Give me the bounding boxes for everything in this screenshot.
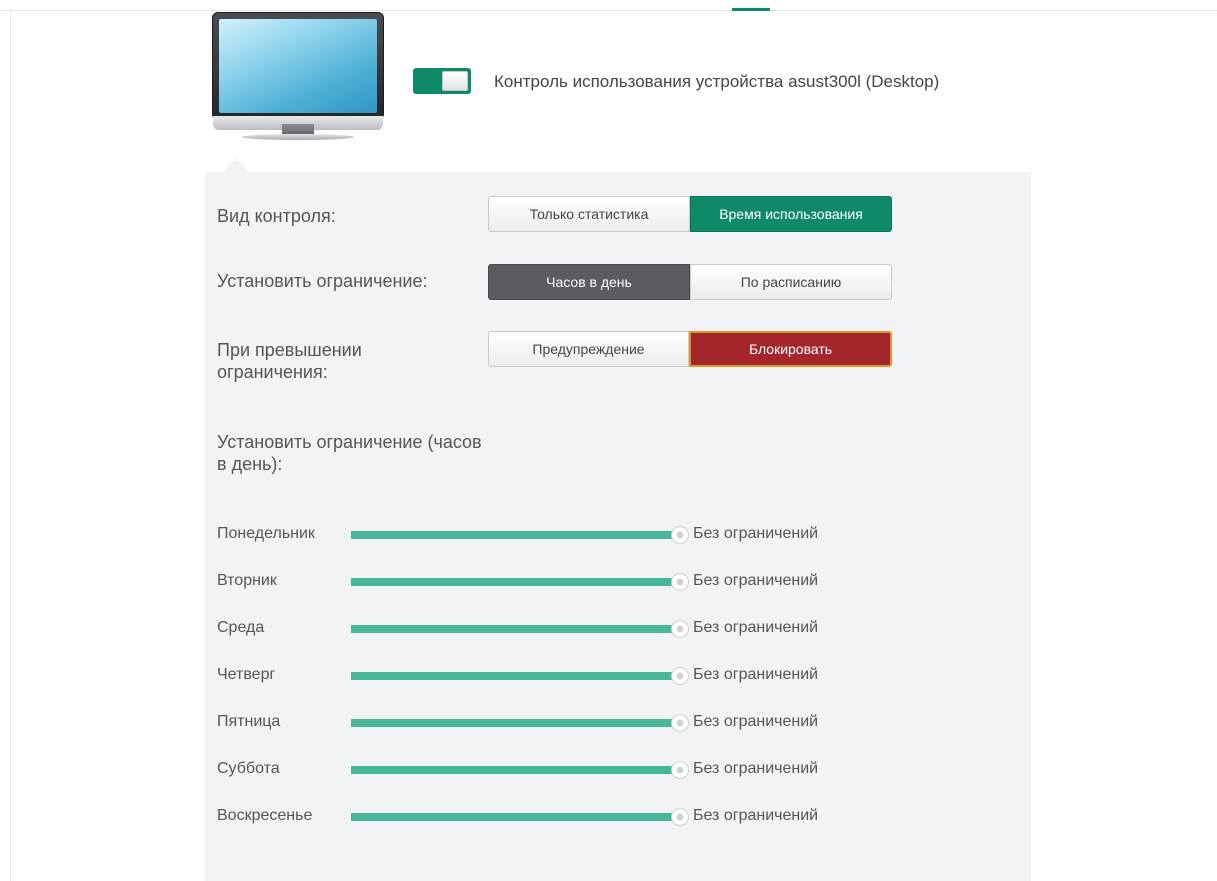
panel-pointer (222, 158, 250, 172)
left-divider (10, 10, 11, 881)
control-type-stats-only[interactable]: Только статистика (488, 196, 690, 232)
monitor-frame (212, 12, 384, 120)
device-control-title: Контроль использования устройства asust3… (494, 72, 940, 91)
on-exceed-label: При превышении ограничения: (217, 340, 362, 382)
hours-slider-handle[interactable] (671, 526, 689, 544)
day-name: Суббота (217, 760, 280, 777)
day-row-saturday: Суббота Без ограничений (217, 758, 857, 782)
hours-slider-track[interactable] (351, 578, 683, 586)
day-limit-value: Без ограничений (693, 619, 819, 636)
hours-slider-handle[interactable] (671, 573, 689, 591)
day-row-wednesday: Среда Без ограничений (217, 617, 857, 641)
day-row-sunday: Воскресенье Без ограничений (217, 805, 857, 829)
monitor-screen (219, 19, 377, 113)
day-limit-value: Без ограничений (693, 713, 819, 730)
day-name: Пятница (217, 713, 281, 730)
day-name: Воскресенье (217, 807, 313, 824)
day-name: Понедельник (217, 525, 315, 542)
monitor-base (242, 134, 354, 140)
day-limit-value: Без ограничений (693, 525, 819, 542)
day-row-tuesday: Вторник Без ограничений (217, 570, 857, 594)
on-exceed-warning[interactable]: Предупреждение (488, 331, 689, 367)
hours-slider-handle[interactable] (671, 714, 689, 732)
limit-mode-selector: Часов в день По расписанию (488, 264, 892, 300)
hours-slider-track[interactable] (351, 766, 683, 774)
hours-slider-track[interactable] (351, 813, 683, 821)
on-exceed-selector: Предупреждение Блокировать (488, 331, 892, 367)
hours-slider-track[interactable] (351, 531, 683, 539)
active-tab-indicator (732, 8, 770, 11)
day-limit-value: Без ограничений (693, 760, 819, 777)
control-type-usage-time[interactable]: Время использования (690, 196, 892, 232)
day-limit-value: Без ограничений (693, 666, 819, 683)
control-type-selector: Только статистика Время использования (488, 196, 892, 232)
on-exceed-block[interactable]: Блокировать (689, 331, 892, 367)
control-type-label: Вид контроля: (217, 206, 336, 226)
desktop-monitor-icon (212, 12, 384, 148)
hours-slider-handle[interactable] (671, 620, 689, 638)
hours-slider-handle[interactable] (671, 808, 689, 826)
day-name: Четверг (217, 666, 276, 683)
day-name: Среда (217, 619, 265, 636)
limit-mode-label: Установить ограничение: (217, 271, 428, 291)
day-row-friday: Пятница Без ограничений (217, 711, 857, 735)
day-row-thursday: Четверг Без ограничений (217, 664, 857, 688)
hours-slider-track[interactable] (351, 719, 683, 727)
limit-mode-schedule[interactable]: По расписанию (690, 264, 892, 300)
day-limit-value: Без ограничений (693, 572, 819, 589)
hours-slider-track[interactable] (351, 625, 683, 633)
toggle-knob (442, 71, 468, 91)
day-limit-value: Без ограничений (693, 807, 819, 824)
hours-slider-track[interactable] (351, 672, 683, 680)
top-divider (0, 10, 1217, 11)
day-row-monday: Понедельник Без ограничений (217, 523, 857, 547)
day-name: Вторник (217, 572, 277, 589)
hours-limit-label: Установить ограничение (часов в день): (217, 432, 482, 474)
hours-slider-handle[interactable] (671, 667, 689, 685)
limit-mode-hours-per-day[interactable]: Часов в день (488, 264, 690, 300)
device-control-toggle[interactable] (413, 68, 471, 94)
hours-slider-handle[interactable] (671, 761, 689, 779)
